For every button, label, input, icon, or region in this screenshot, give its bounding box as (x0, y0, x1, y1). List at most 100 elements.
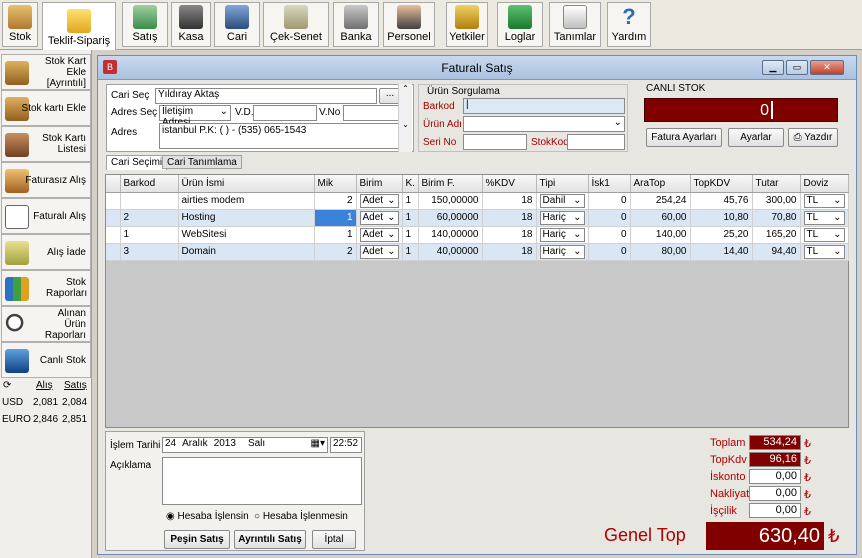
cell-k[interactable]: 1 (402, 226, 419, 244)
maximize-button[interactable]: ▭ (786, 60, 808, 75)
cell-urun[interactable]: Domain (178, 243, 315, 261)
calendar-icon[interactable]: ▦▾ (311, 438, 325, 452)
fatura-ayarlari-button[interactable]: Fatura Ayarları (646, 128, 722, 147)
cell-mik[interactable]: 2 (314, 192, 357, 210)
column-header[interactable]: Ürün İsmi (178, 175, 315, 193)
cell-topkdv[interactable]: 10,80 (690, 209, 753, 227)
cell-tipi[interactable]: Hariç ⌄ (536, 209, 589, 227)
column-header[interactable]: Birim F. (418, 175, 483, 193)
cell-topkdv[interactable]: 25,20 (690, 226, 753, 244)
refresh-icon[interactable]: ⟳ (3, 380, 11, 391)
column-header[interactable]: K. (402, 175, 419, 193)
cell-kdv[interactable]: 18 (482, 192, 537, 210)
cell-barkod[interactable]: 3 (120, 243, 179, 261)
iskonto-input[interactable]: 0,00 (749, 469, 801, 484)
cell-topkdv[interactable]: 14,40 (690, 243, 753, 261)
cell-kdv[interactable]: 18 (482, 226, 537, 244)
cell-k[interactable]: 1 (402, 209, 419, 227)
ayrintili-satis-button[interactable]: Ayrıntılı Satış (234, 530, 306, 549)
cell-barkod[interactable] (120, 192, 179, 210)
cell-isk[interactable]: 0 (588, 192, 631, 210)
nakliyat-input[interactable]: 0,00 (749, 486, 801, 501)
row-selector[interactable] (106, 226, 121, 244)
iscilik-input[interactable]: 0,00 (749, 503, 801, 518)
cell-aratop[interactable]: 80,00 (630, 243, 691, 261)
column-header[interactable]: Mik (314, 175, 357, 193)
sidebar-item-canli-stok[interactable]: Canlı Stok (1, 342, 91, 378)
row-selector[interactable] (106, 209, 121, 227)
sidebar-item-stok-kart-ekle-ayrintili[interactable]: Stok Kart Ekle [Ayrıntılı] (1, 54, 91, 90)
cell-birim-f[interactable]: 150,00000 (418, 192, 483, 210)
toolbar-banka-button[interactable]: Banka (333, 2, 379, 47)
cell-aratop[interactable]: 254,24 (630, 192, 691, 210)
cell-tutar[interactable]: 300,00 (752, 192, 801, 210)
cell-birim[interactable]: Adet ⌄ (356, 226, 403, 244)
adres-sec-select[interactable]: İletişim Adresi ⌄ (159, 105, 231, 128)
cell-k[interactable]: 1 (402, 192, 419, 210)
cell-isk[interactable]: 0 (588, 243, 631, 261)
cell-doviz[interactable]: TL ⌄ (800, 243, 849, 261)
sidebar-item-stok-karti-ekle[interactable]: Stok kartı Ekle (1, 90, 91, 126)
toolbar-satis-button[interactable]: Satış (122, 2, 168, 47)
toolbar-loglar-button[interactable]: Loglar (497, 2, 543, 47)
column-header[interactable]: Tipi (536, 175, 589, 193)
toolbar-stok-button[interactable]: Stok (2, 2, 38, 47)
cell-tipi[interactable]: Dahil ⌄ (536, 192, 589, 210)
cell-doviz[interactable]: TL ⌄ (800, 226, 849, 244)
cell-topkdv[interactable]: 45,76 (690, 192, 753, 210)
cell-urun[interactable]: Hosting (178, 209, 315, 227)
cell-barkod[interactable]: 2 (120, 209, 179, 227)
table-row[interactable]: airties modem 2 Adet ⌄ 1 150,00000 18 Dah… (106, 192, 849, 210)
cell-isk[interactable]: 0 (588, 226, 631, 244)
cell-doviz[interactable]: TL ⌄ (800, 209, 849, 227)
time-field[interactable]: 22:52 (330, 437, 362, 453)
cell-birim-f[interactable]: 60,00000 (418, 209, 483, 227)
cell-barkod[interactable]: 1 (120, 226, 179, 244)
toolbar-yardim-button[interactable]: ? Yardım (607, 2, 651, 47)
column-header[interactable]: TopKDV (690, 175, 753, 193)
cell-aratop[interactable]: 60,00 (630, 209, 691, 227)
column-header[interactable]: İsk1 (588, 175, 631, 193)
row-selector[interactable] (106, 192, 121, 210)
aciklama-textarea[interactable] (162, 457, 362, 505)
column-header[interactable]: %KDV (482, 175, 537, 193)
urun-adi-select[interactable]: ⌄ (463, 116, 625, 132)
close-button[interactable]: ✕ (810, 60, 844, 75)
table-row[interactable]: 1 WebSitesi 1 Adet ⌄ 1 140,00000 18 Hariç… (106, 226, 849, 244)
cell-mik[interactable]: 1 (314, 209, 357, 227)
toolbar-personel-button[interactable]: Personel (383, 2, 435, 47)
toolbar-cek-senet-button[interactable]: Çek-Senet (263, 2, 329, 47)
toolbar-tanimlar-button[interactable]: Tanımlar (549, 2, 601, 47)
vd-input[interactable] (253, 105, 317, 121)
pesin-satis-button[interactable]: Peşin Satış (164, 530, 230, 549)
toolbar-cari-button[interactable]: Cari (214, 2, 260, 47)
sidebar-item-stok-karti-listesi[interactable]: Stok Kartı Listesi (1, 126, 91, 162)
column-header[interactable]: Barkod (120, 175, 179, 193)
cell-tutar[interactable]: 70,80 (752, 209, 801, 227)
column-header[interactable]: Tutar (752, 175, 801, 193)
sidebar-item-stok-raporlari[interactable]: Stok Raporları (1, 270, 91, 306)
cell-tipi[interactable]: Hariç ⌄ (536, 243, 589, 261)
ayarlar-button[interactable]: Ayarlar (728, 128, 784, 147)
cari-field[interactable]: Yıldıray Aktaş (155, 88, 377, 104)
adres-textarea[interactable]: istanbul P.K: ( ) - (535) 065-1543 (159, 123, 401, 149)
tab-cari-secimi[interactable]: Cari Seçimi (106, 155, 168, 170)
cell-tutar[interactable]: 165,20 (752, 226, 801, 244)
cell-tutar[interactable]: 94,40 (752, 243, 801, 261)
table-row[interactable]: 3 Domain 2 Adet ⌄ 1 40,00000 18 Hariç ⌄ 0 … (106, 243, 849, 261)
cell-urun[interactable]: airties modem (178, 192, 315, 210)
sidebar-item-faturasiz-alis[interactable]: Faturasız Alış (1, 162, 91, 198)
cell-aratop[interactable]: 140,00 (630, 226, 691, 244)
cell-k[interactable]: 1 (402, 243, 419, 261)
table-row[interactable]: 2 Hosting 1 Adet ⌄ 1 60,00000 18 Hariç ⌄ 0… (106, 209, 849, 227)
cell-birim[interactable]: Adet ⌄ (356, 209, 403, 227)
sidebar-item-alis-iade[interactable]: Alış İade (1, 234, 91, 270)
row-selector[interactable] (106, 243, 121, 261)
tab-cari-tanimlama[interactable]: Cari Tanımlama (162, 155, 242, 169)
cell-birim[interactable]: Adet ⌄ (356, 243, 403, 261)
cell-kdv[interactable]: 18 (482, 243, 537, 261)
sidebar-item-alinan-urun-raporlari[interactable]: Alınan Ürün Raporları (1, 306, 91, 342)
cell-birim[interactable]: Adet ⌄ (356, 192, 403, 210)
cell-urun[interactable]: WebSitesi (178, 226, 315, 244)
toolbar-kasa-button[interactable]: Kasa (171, 2, 211, 47)
